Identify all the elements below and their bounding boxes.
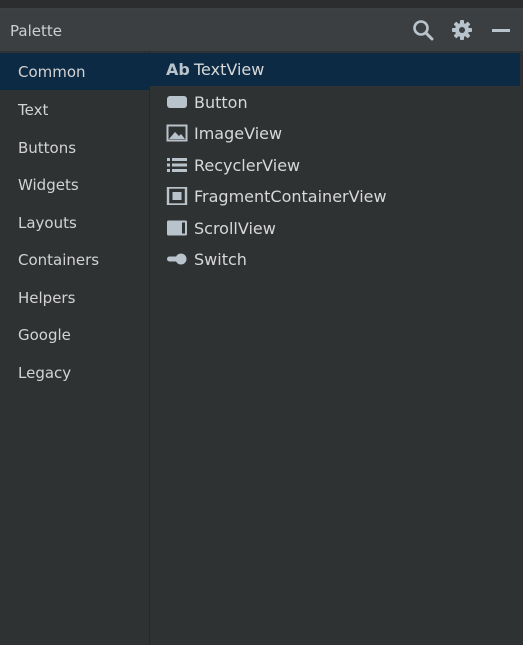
minimize-button[interactable] bbox=[489, 18, 513, 42]
component-list: Ab TextView Button ImageView RecyclerVie… bbox=[150, 51, 523, 645]
scrollview-icon bbox=[166, 219, 188, 237]
search-button[interactable] bbox=[411, 18, 435, 42]
minimize-icon bbox=[492, 29, 510, 32]
settings-button[interactable] bbox=[450, 18, 474, 42]
category-label: Legacy bbox=[18, 364, 72, 382]
button-icon bbox=[166, 93, 188, 111]
component-label: RecyclerView bbox=[194, 156, 301, 175]
category-label: Google bbox=[18, 326, 71, 344]
gear-icon bbox=[452, 20, 472, 40]
component-fragmentcontainerview[interactable]: FragmentContainerView bbox=[150, 180, 520, 211]
recyclerview-icon bbox=[166, 156, 188, 174]
category-label: Layouts bbox=[18, 214, 77, 232]
textview-icon: Ab bbox=[166, 60, 190, 79]
component-button[interactable]: Button bbox=[150, 86, 520, 117]
fragmentcontainerview-icon bbox=[166, 187, 188, 205]
category-label: Containers bbox=[18, 251, 100, 269]
panel-title: Palette bbox=[10, 22, 62, 40]
palette-header: Palette bbox=[0, 9, 523, 51]
category-label: Text bbox=[18, 101, 49, 119]
category-containers[interactable]: Containers bbox=[0, 241, 148, 278]
category-label: Buttons bbox=[18, 139, 77, 157]
category-common[interactable]: Common bbox=[0, 53, 150, 90]
component-scrollview[interactable]: ScrollView bbox=[150, 212, 520, 243]
component-label: FragmentContainerView bbox=[194, 187, 387, 206]
category-list: Common Text Buttons Widgets Layouts Cont… bbox=[0, 51, 150, 645]
component-label: ImageView bbox=[194, 124, 283, 143]
search-icon bbox=[413, 20, 434, 41]
component-label: ScrollView bbox=[194, 219, 276, 238]
category-text[interactable]: Text bbox=[0, 91, 148, 128]
component-switch[interactable]: Switch bbox=[150, 243, 520, 274]
component-textview[interactable]: Ab TextView bbox=[150, 53, 520, 86]
category-buttons[interactable]: Buttons bbox=[0, 129, 148, 166]
category-label: Widgets bbox=[18, 176, 79, 194]
component-recyclerview[interactable]: RecyclerView bbox=[150, 149, 520, 180]
category-google[interactable]: Google bbox=[0, 316, 148, 353]
category-label: Helpers bbox=[18, 289, 76, 307]
component-label: TextView bbox=[194, 60, 265, 79]
component-label: Button bbox=[194, 93, 248, 112]
component-label: Switch bbox=[194, 250, 247, 269]
category-layouts[interactable]: Layouts bbox=[0, 204, 148, 241]
imageview-icon bbox=[166, 124, 188, 142]
category-label: Common bbox=[18, 63, 86, 81]
switch-icon bbox=[166, 250, 188, 268]
category-helpers[interactable]: Helpers bbox=[0, 279, 148, 316]
component-imageview[interactable]: ImageView bbox=[150, 117, 520, 148]
category-widgets[interactable]: Widgets bbox=[0, 166, 148, 203]
window-top-border bbox=[0, 0, 523, 9]
category-legacy[interactable]: Legacy bbox=[0, 354, 148, 391]
